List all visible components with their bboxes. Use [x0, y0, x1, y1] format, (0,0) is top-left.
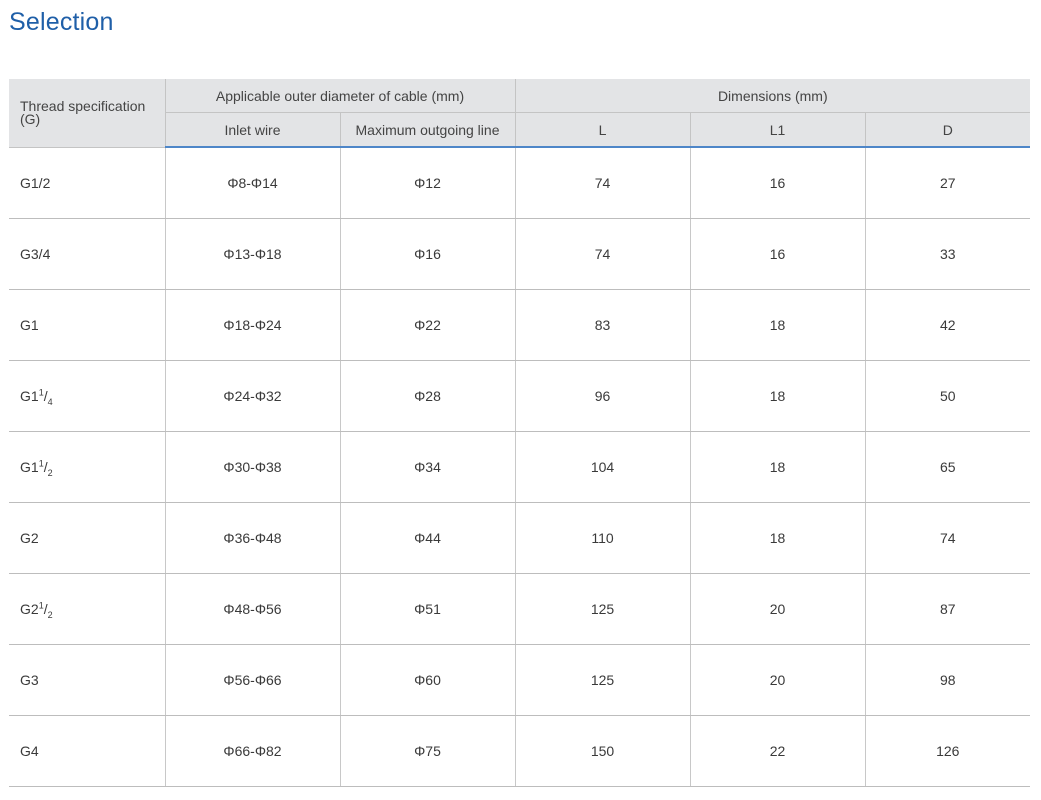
cell-maximum-outgoing-line: Φ60 [339, 644, 516, 716]
cell-inlet-wire: Φ56-Φ66 [164, 644, 340, 716]
cell-maximum-outgoing-line: Φ28 [339, 360, 516, 432]
cell-maximum-outgoing-line: Φ51 [339, 573, 516, 645]
cell-maximum-outgoing-line: Φ22 [339, 289, 516, 361]
cell-l: 125 [514, 644, 691, 716]
header-cable-diameter-group: Applicable outer diameter of cable (mm) [164, 79, 516, 113]
table-row: G3 Φ56-Φ66 Φ60 125 20 98 [9, 644, 1031, 716]
cell-l: 96 [514, 360, 691, 432]
cell-d: 65 [864, 431, 1031, 503]
table-row: G3/4 Φ13-Φ18 Φ16 74 16 33 [9, 218, 1031, 290]
cell-l1: 18 [689, 289, 866, 361]
cell-inlet-wire: Φ36-Φ48 [164, 502, 340, 574]
cell-l1: 22 [689, 715, 866, 787]
cell-thread-specification: G3/4 [9, 218, 165, 290]
cell-d: 74 [864, 502, 1031, 574]
header-dimensions-group: Dimensions (mm) [514, 79, 1031, 113]
cell-l: 74 [514, 218, 691, 290]
cell-thread-specification: G21/2 [9, 573, 165, 645]
cell-maximum-outgoing-line: Φ34 [339, 431, 516, 503]
cell-inlet-wire: Φ24-Φ32 [164, 360, 340, 432]
cell-inlet-wire: Φ66-Φ82 [164, 715, 340, 787]
cell-maximum-outgoing-line: Φ44 [339, 502, 516, 574]
table-row: G11/4 Φ24-Φ32 Φ28 96 18 50 [9, 360, 1031, 432]
cell-l1: 18 [689, 502, 866, 574]
table-row: G21/2 Φ48-Φ56 Φ51 125 20 87 [9, 573, 1031, 645]
cell-inlet-wire: Φ48-Φ56 [164, 573, 340, 645]
cell-l1: 18 [689, 360, 866, 432]
cell-l: 83 [514, 289, 691, 361]
cell-d: 87 [864, 573, 1031, 645]
cell-l: 104 [514, 431, 691, 503]
table-body: G1/2 Φ8-Φ14 Φ12 74 16 27 G3/4 Φ13-Φ18 Φ16 74 16 33 G… [9, 147, 1031, 787]
table-header: Thread specification (G) Applicable oute… [9, 79, 1031, 148]
cell-d: 126 [864, 715, 1031, 787]
cell-thread-specification: G1 [9, 289, 165, 361]
cell-thread-specification: G11/2 [9, 431, 165, 503]
cell-thread-specification: G4 [9, 715, 165, 787]
cell-d: 98 [864, 644, 1031, 716]
cell-l1: 18 [689, 431, 866, 503]
cell-d: 33 [864, 218, 1031, 290]
cell-thread-specification: G3 [9, 644, 165, 716]
cell-inlet-wire: Φ8-Φ14 [164, 147, 340, 219]
cell-maximum-outgoing-line: Φ12 [339, 147, 516, 219]
fraction-denominator: 2 [47, 609, 53, 620]
cell-d: 50 [864, 360, 1031, 432]
cell-d: 42 [864, 289, 1031, 361]
selection-table: Thread specification (G) Applicable oute… [9, 79, 1031, 787]
cell-l1: 20 [689, 573, 866, 645]
cell-inlet-wire: Φ13-Φ18 [164, 218, 340, 290]
page-title: Selection [9, 8, 114, 36]
table-row: G1 Φ18-Φ24 Φ22 83 18 42 [9, 289, 1031, 361]
header-d: D [864, 112, 1031, 148]
cell-l1: 16 [689, 147, 866, 219]
cell-l: 125 [514, 573, 691, 645]
cell-thread-specification: G1/2 [9, 147, 165, 219]
cell-l: 74 [514, 147, 691, 219]
fraction-denominator: 2 [47, 467, 53, 478]
cell-maximum-outgoing-line: Φ75 [339, 715, 516, 787]
cell-thread-specification: G11/4 [9, 360, 165, 432]
cell-inlet-wire: Φ30-Φ38 [164, 431, 340, 503]
cell-l1: 20 [689, 644, 866, 716]
header-l1: L1 [689, 112, 866, 148]
table-row: G4 Φ66-Φ82 Φ75 150 22 126 [9, 715, 1031, 787]
table-row: G11/2 Φ30-Φ38 Φ34 104 18 65 [9, 431, 1031, 503]
cell-inlet-wire: Φ18-Φ24 [164, 289, 340, 361]
cell-l: 150 [514, 715, 691, 787]
cell-l: 110 [514, 502, 691, 574]
cell-d: 27 [864, 147, 1031, 219]
header-thread-specification: Thread specification (G) [9, 79, 165, 148]
cell-thread-specification: G2 [9, 502, 165, 574]
cell-l1: 16 [689, 218, 866, 290]
table-row: G1/2 Φ8-Φ14 Φ12 74 16 27 [9, 147, 1031, 219]
header-inlet-wire: Inlet wire [164, 112, 340, 148]
fraction-denominator: 4 [47, 396, 53, 407]
table-row: G2 Φ36-Φ48 Φ44 110 18 74 [9, 502, 1031, 574]
header-l: L [514, 112, 691, 148]
cell-maximum-outgoing-line: Φ16 [339, 218, 516, 290]
header-maximum-outgoing-line: Maximum outgoing line [339, 112, 516, 148]
